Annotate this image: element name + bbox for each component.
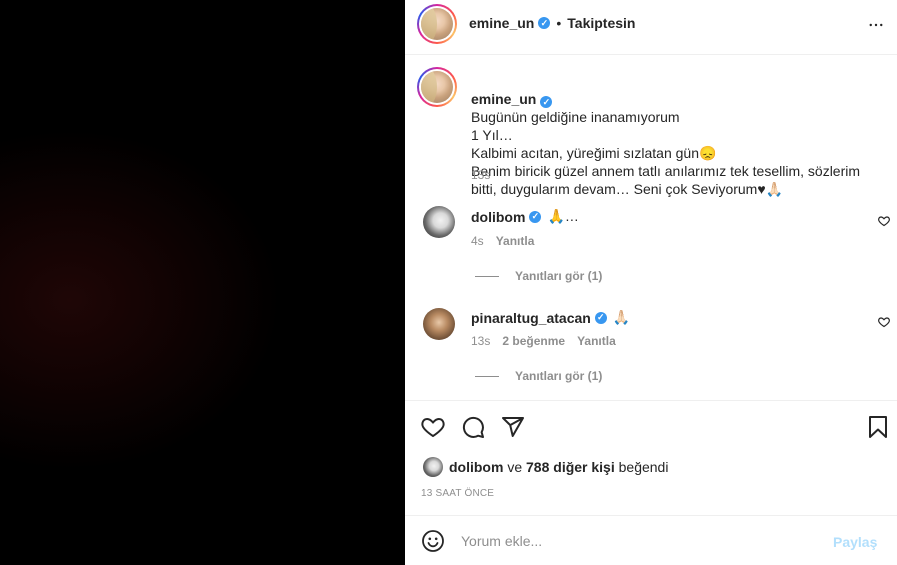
- header-separator: •: [556, 15, 562, 31]
- comment-meta: 13s 2 beğenme Yanıtla: [471, 334, 616, 348]
- reply-button[interactable]: Yanıtla: [577, 334, 616, 348]
- comment-username[interactable]: dolibom: [471, 209, 525, 225]
- caption-avatar[interactable]: [417, 67, 457, 107]
- caption-username[interactable]: emine_un: [471, 91, 536, 107]
- post-media[interactable]: [0, 0, 405, 565]
- comment-like-heart-icon[interactable]: [878, 215, 890, 227]
- author-username[interactable]: emine_un: [469, 15, 534, 31]
- comment-input[interactable]: [461, 533, 821, 549]
- caption-time[interactable]: 13s: [471, 168, 490, 182]
- view-replies-button[interactable]: Yanıtları gör (1): [475, 369, 602, 383]
- liker-username[interactable]: dolibom: [449, 459, 503, 475]
- likes-summary: dolibom ve 788 diğer kişi beğendi: [449, 459, 668, 475]
- header-divider: [405, 54, 897, 55]
- more-options-icon[interactable]: [867, 16, 885, 34]
- follow-status-button[interactable]: Takiptesin: [567, 15, 635, 31]
- caption-text: Bugünün geldiğine inanamıyorum 1 Yıl… Ka…: [471, 109, 861, 197]
- comment-like-heart-icon[interactable]: [878, 316, 890, 328]
- post-timestamp[interactable]: 13 SAAT ÖNCE: [421, 488, 494, 499]
- comment-body: dolibom ✓ 🙏…: [471, 208, 579, 225]
- verified-badge-icon: ✓: [529, 210, 542, 223]
- likes-others-link[interactable]: 788 diğer kişi: [526, 459, 615, 475]
- heart-icon[interactable]: [421, 415, 445, 439]
- comment-likes-count[interactable]: 2 beğenme: [502, 334, 565, 348]
- caption: emine_un ✓ Bugünün geldiğine inanamıyorum…: [471, 72, 881, 198]
- replies-line-divider: [475, 375, 499, 377]
- send-icon[interactable]: [501, 415, 525, 439]
- comment-text: 🙏…: [547, 208, 579, 224]
- comment-avatar[interactable]: [423, 308, 455, 340]
- comment-box-divider: [405, 515, 897, 516]
- comments-divider: [405, 400, 897, 401]
- view-replies-label: Yanıtları gör (1): [515, 269, 603, 283]
- view-replies-button[interactable]: Yanıtları gör (1): [475, 269, 602, 283]
- likes-suffix: beğendi: [618, 459, 669, 475]
- bookmark-icon[interactable]: [867, 415, 889, 439]
- view-replies-label: Yanıtları gör (1): [515, 369, 603, 383]
- post-comment-button[interactable]: Paylaş: [833, 534, 877, 550]
- replies-line-divider: [475, 275, 499, 277]
- comment-avatar[interactable]: [423, 206, 455, 238]
- comment-body: pinaraltug_atacan ✓ 🙏🏻: [471, 309, 630, 326]
- liker-avatar[interactable]: [423, 457, 443, 477]
- likes-connector: ve: [507, 459, 523, 475]
- comment-username[interactable]: pinaraltug_atacan: [471, 310, 591, 326]
- verified-badge-icon: ✓: [594, 311, 607, 324]
- smiley-icon[interactable]: [421, 529, 445, 553]
- comment-time[interactable]: 4s: [471, 234, 484, 248]
- comment-text: 🙏🏻: [612, 309, 631, 325]
- post-header: emine_un ✓ • Takiptesin: [469, 15, 635, 31]
- comment-icon[interactable]: [461, 415, 485, 439]
- post-detail-panel: emine_un ✓ • Takiptesin emine_un ✓ Bugünü…: [405, 0, 897, 565]
- author-avatar[interactable]: [417, 4, 457, 44]
- comment-time[interactable]: 13s: [471, 334, 490, 348]
- verified-badge-icon: ✓: [538, 17, 551, 29]
- reply-button[interactable]: Yanıtla: [496, 234, 535, 248]
- comment-meta: 4s Yanıtla: [471, 234, 534, 248]
- verified-badge-icon: ✓: [540, 96, 553, 108]
